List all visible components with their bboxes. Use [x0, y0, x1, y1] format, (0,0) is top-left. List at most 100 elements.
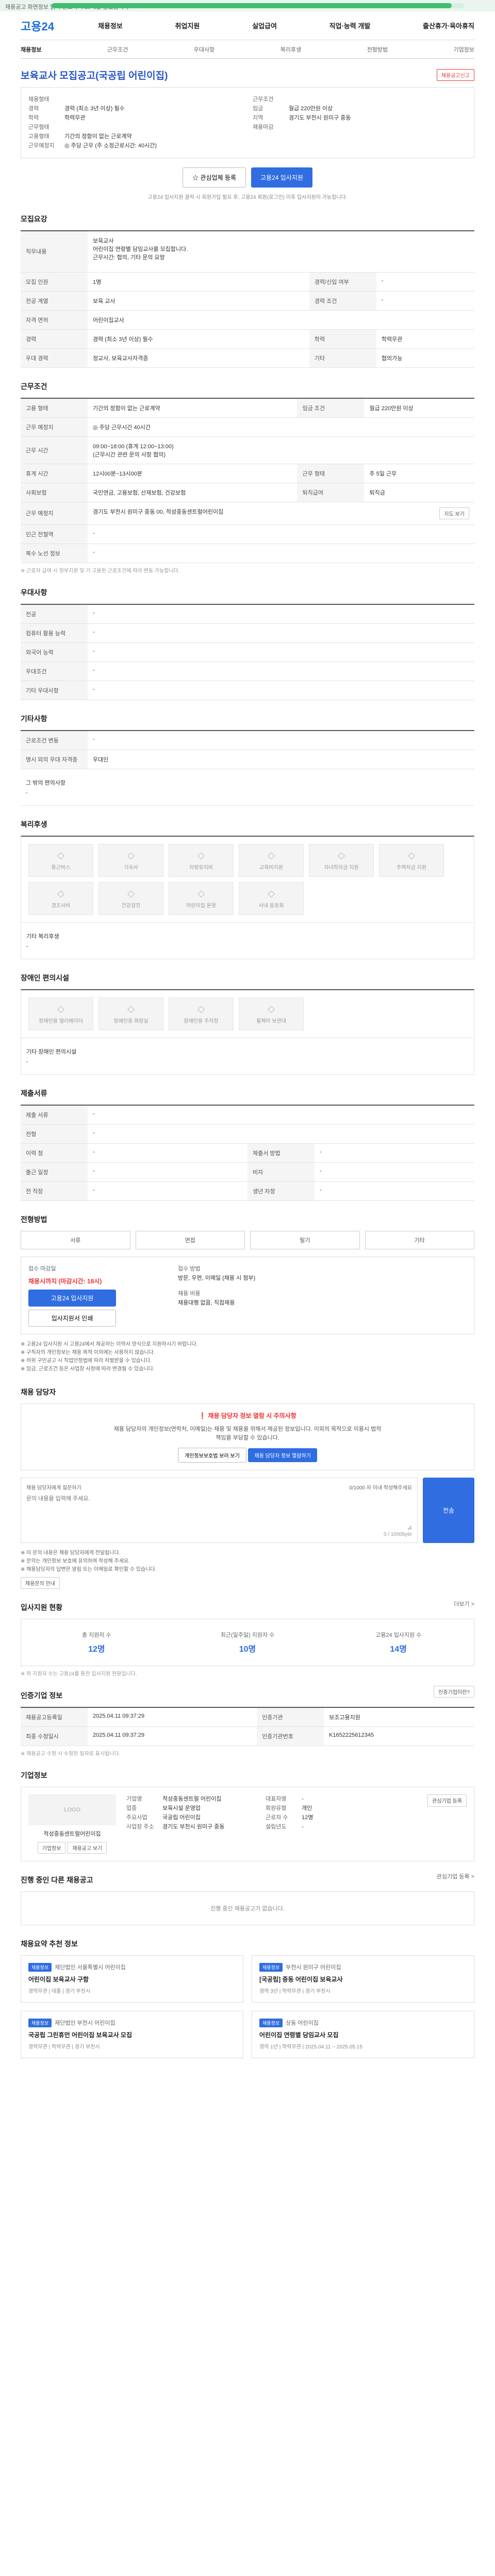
apply-button[interactable]: 고용24 입사지원: [251, 167, 312, 188]
card-org: 채용정보 재단법인 부천시 어린이집: [28, 2018, 236, 2027]
row-value: 정교사, 보육교사자격증: [88, 348, 309, 368]
benefit-card: ◇ 자녀학자금 지원: [309, 843, 374, 877]
main-nav: 채용정보 취업지원 실업급여 직업·능력 개발 출산휴가·육아휴직: [98, 21, 474, 30]
report-button[interactable]: 채용공고신고: [436, 69, 474, 81]
reco-card[interactable]: 채용정보 부천시 원미구 어린이집 [국공립] 중동 어린이집 보육교사 경력 3년 …: [252, 1955, 474, 2003]
company-value: 보육시설 운영업: [162, 1805, 201, 1811]
table-row: 근무 예정지 ◎ 주당 근무시간 40시간: [21, 417, 474, 437]
row-value: 협의가능: [376, 348, 474, 368]
row-label: 학력: [309, 329, 376, 349]
stats-more-link[interactable]: 더보기 >: [454, 1600, 474, 1608]
nav-item-0[interactable]: 채용정보: [98, 21, 123, 30]
table-row: 휴게 시간 12시00분~13시00분 근무 형태 주 5일 근무: [21, 464, 474, 483]
row-value: 경기도 부천시 원미구 중동 00, 적성중동센트럴어린이집 지도 보기: [88, 502, 474, 525]
interest-company-button-2[interactable]: 관심기업 등록: [427, 1794, 467, 1807]
benefit-icon: ◇: [127, 850, 135, 860]
subtab-4[interactable]: 전형방법: [367, 45, 388, 54]
row-label: 근무 예정지: [21, 417, 88, 437]
nav-item-3[interactable]: 직업·능력 개발: [329, 21, 371, 30]
company-jobs-button[interactable]: 채용공고 보기: [68, 1841, 107, 1854]
row-value: K1652225612345: [324, 1726, 474, 1746]
summary-key: 학력: [28, 115, 39, 121]
subtab-0[interactable]: 채용정보: [21, 45, 41, 54]
card-badge: 채용정보: [28, 1962, 52, 1972]
privacy-law-button[interactable]: 개인정보보호법 보러 보기: [178, 1447, 246, 1463]
nav-item-2[interactable]: 실업급여: [252, 21, 277, 30]
row-label: 명시 외의 우대 자격증: [21, 750, 88, 769]
pref-table: 전공 - 컴퓨터 활용 능력 - 외국어 능력 - 우대조건 - 기타 우대사항 -: [21, 603, 474, 700]
print-apply-button[interactable]: 입사지원서 인쇄: [28, 1309, 116, 1327]
stat-value: 10명: [239, 1645, 256, 1654]
row-label: 기타: [309, 348, 376, 368]
welfare-other: 기타 복리후생 -: [21, 922, 474, 959]
question-note: 0/1000 자 이내 작성해주세요: [349, 1485, 412, 1491]
nav-item-4[interactable]: 출산휴가·육아휴직: [423, 21, 474, 30]
company-logo: LOGO: [28, 1794, 116, 1825]
row-label: 고용 형태: [21, 398, 88, 418]
company-row: 주요사업 국공립 어린이집 근로자 수 12명: [126, 1813, 417, 1822]
reco-card[interactable]: 채용정보 상동 어린이집 어린이집 연령별 담임교사 모집 경력 1년 | 학력무관 …: [252, 2010, 474, 2058]
row-label: 경력: [21, 329, 88, 349]
subtab-1[interactable]: 근무조건: [107, 45, 128, 54]
card-title: 국공립 그린휴먼 어린이집 보육교사 모집: [28, 2031, 133, 2039]
note-line: ※ 구직자의 개인정보는 채용 목적 이외에는 사용하지 않습니다.: [21, 1349, 155, 1355]
table-row: 모집 인원 1명 경력/신입 여부 -: [21, 272, 474, 292]
selection-steps: 서류 면접 필기 기타: [21, 1230, 474, 1249]
site-logo[interactable]: 고용24: [21, 18, 98, 34]
subtab-2[interactable]: 우대사항: [194, 45, 214, 54]
row-value: -: [88, 1162, 248, 1182]
row-label: 제출 서류: [21, 1105, 88, 1125]
row-value: -: [88, 642, 474, 662]
reco-card[interactable]: 채용정보 재단법인 부천시 어린이집 국공립 그린휴먼 어린이집 보육교사 모집 경력…: [21, 2010, 243, 2058]
subtab-3[interactable]: 복리후생: [280, 45, 301, 54]
send-question-button[interactable]: 전송: [423, 1477, 474, 1543]
summary-value: 월급 220만원 이상: [289, 106, 333, 112]
map-button[interactable]: 지도 보기: [439, 507, 469, 519]
row-value: 학력무관: [376, 329, 474, 349]
view-contact-button[interactable]: 채용 담당자 정보 열람하기: [248, 1448, 317, 1462]
note-line: ※ 허위 구인공고 시 직업안정법에 따라 처벌받을 수 있습니다.: [21, 1358, 152, 1364]
job-summary: 채용형태 경력 경력 (최소 3년 이상) 필수 학력 학력무관 근무형태 고용형태 기간의 …: [21, 87, 474, 158]
etc-extra: 그 밖의 편의사항 -: [21, 769, 474, 806]
row-label: 우대 경력: [21, 348, 88, 368]
row-value: -: [88, 730, 474, 750]
company-value: 12명: [302, 1814, 314, 1821]
etc-extra-label: 그 밖의 편의사항: [26, 779, 65, 786]
company-row: 업종 보육시설 운영업 회원유형 개인: [126, 1804, 417, 1813]
question-input[interactable]: [26, 1494, 412, 1530]
welfare-heading: 복리후생: [21, 820, 47, 828]
others-more-link[interactable]: 관심기업 등록 >: [437, 1872, 474, 1880]
table-row: 전 직장 - 생년 자정 -: [21, 1181, 474, 1201]
benefit-label: 통근버스: [51, 865, 71, 871]
contact-heading: 채용 담당자: [21, 1387, 56, 1396]
summary-row: 임금 월급 220만원 이상: [253, 104, 467, 113]
benefit-icon: ◇: [408, 850, 415, 860]
duty-label: 직무내용: [21, 231, 88, 273]
cert-info-button[interactable]: 인증기업이란?: [434, 1686, 474, 1698]
company-info-button[interactable]: 기업정보: [37, 1841, 66, 1854]
question-label: 채용 담당자에게 질문하기: [26, 1485, 81, 1491]
interest-company-button[interactable]: ☆ 관심업체 등록: [183, 167, 246, 188]
apply-button-2[interactable]: 고용24 입사지원: [28, 1289, 116, 1307]
company-details: 기업명 적성중동센트럴 어린이집 대표자명 - 업종 보육시설 운영업 회원유형 개인 주요사업…: [126, 1794, 417, 1854]
table-row: 인근 전철역 -: [21, 524, 474, 544]
contact-guide-button[interactable]: 채용문의 안내: [21, 1577, 60, 1589]
card-org: 채용정보 재단법인 서울특별시 어린이집: [28, 1962, 236, 1972]
row-label: 인근 전철역: [21, 524, 88, 544]
row-label: 출근 일정: [21, 1162, 88, 1182]
row-label: 이력 첨: [21, 1143, 88, 1163]
contact-warning-text: 채용 담당자 정보 열람 시 주의사항: [208, 1412, 296, 1419]
row-value: -: [315, 1143, 474, 1163]
reco-card[interactable]: 채용정보 재단법인 서울특별시 어린이집 어린이집 보육교사 구함 경력무관 | 대졸…: [21, 1955, 243, 2003]
contact-warning: ❗ 채용 담당자 정보 열람 시 주의사항: [28, 1411, 467, 1420]
row-value: 퇴직금: [364, 483, 474, 502]
table-row: 채용공고등록일 2025.04.11 09:37:29 인증기관 보조고용지원: [21, 1707, 474, 1727]
reading-progress-bar: [52, 3, 464, 8]
contact-box: ❗ 채용 담당자 정보 열람 시 주의사항 채용 담당자의 개인정보(연락처, …: [21, 1403, 474, 1470]
summary-key: 채용마감: [253, 124, 274, 130]
cert-note: ※ 채용공고 수정 시 수정된 일자로 표시됩니다.: [21, 1751, 121, 1757]
subtab-5[interactable]: 기업정보: [453, 45, 474, 54]
nav-item-1[interactable]: 취업지원: [175, 21, 200, 30]
row-value: -: [88, 623, 474, 643]
summary-key: 고용형태: [28, 133, 50, 140]
